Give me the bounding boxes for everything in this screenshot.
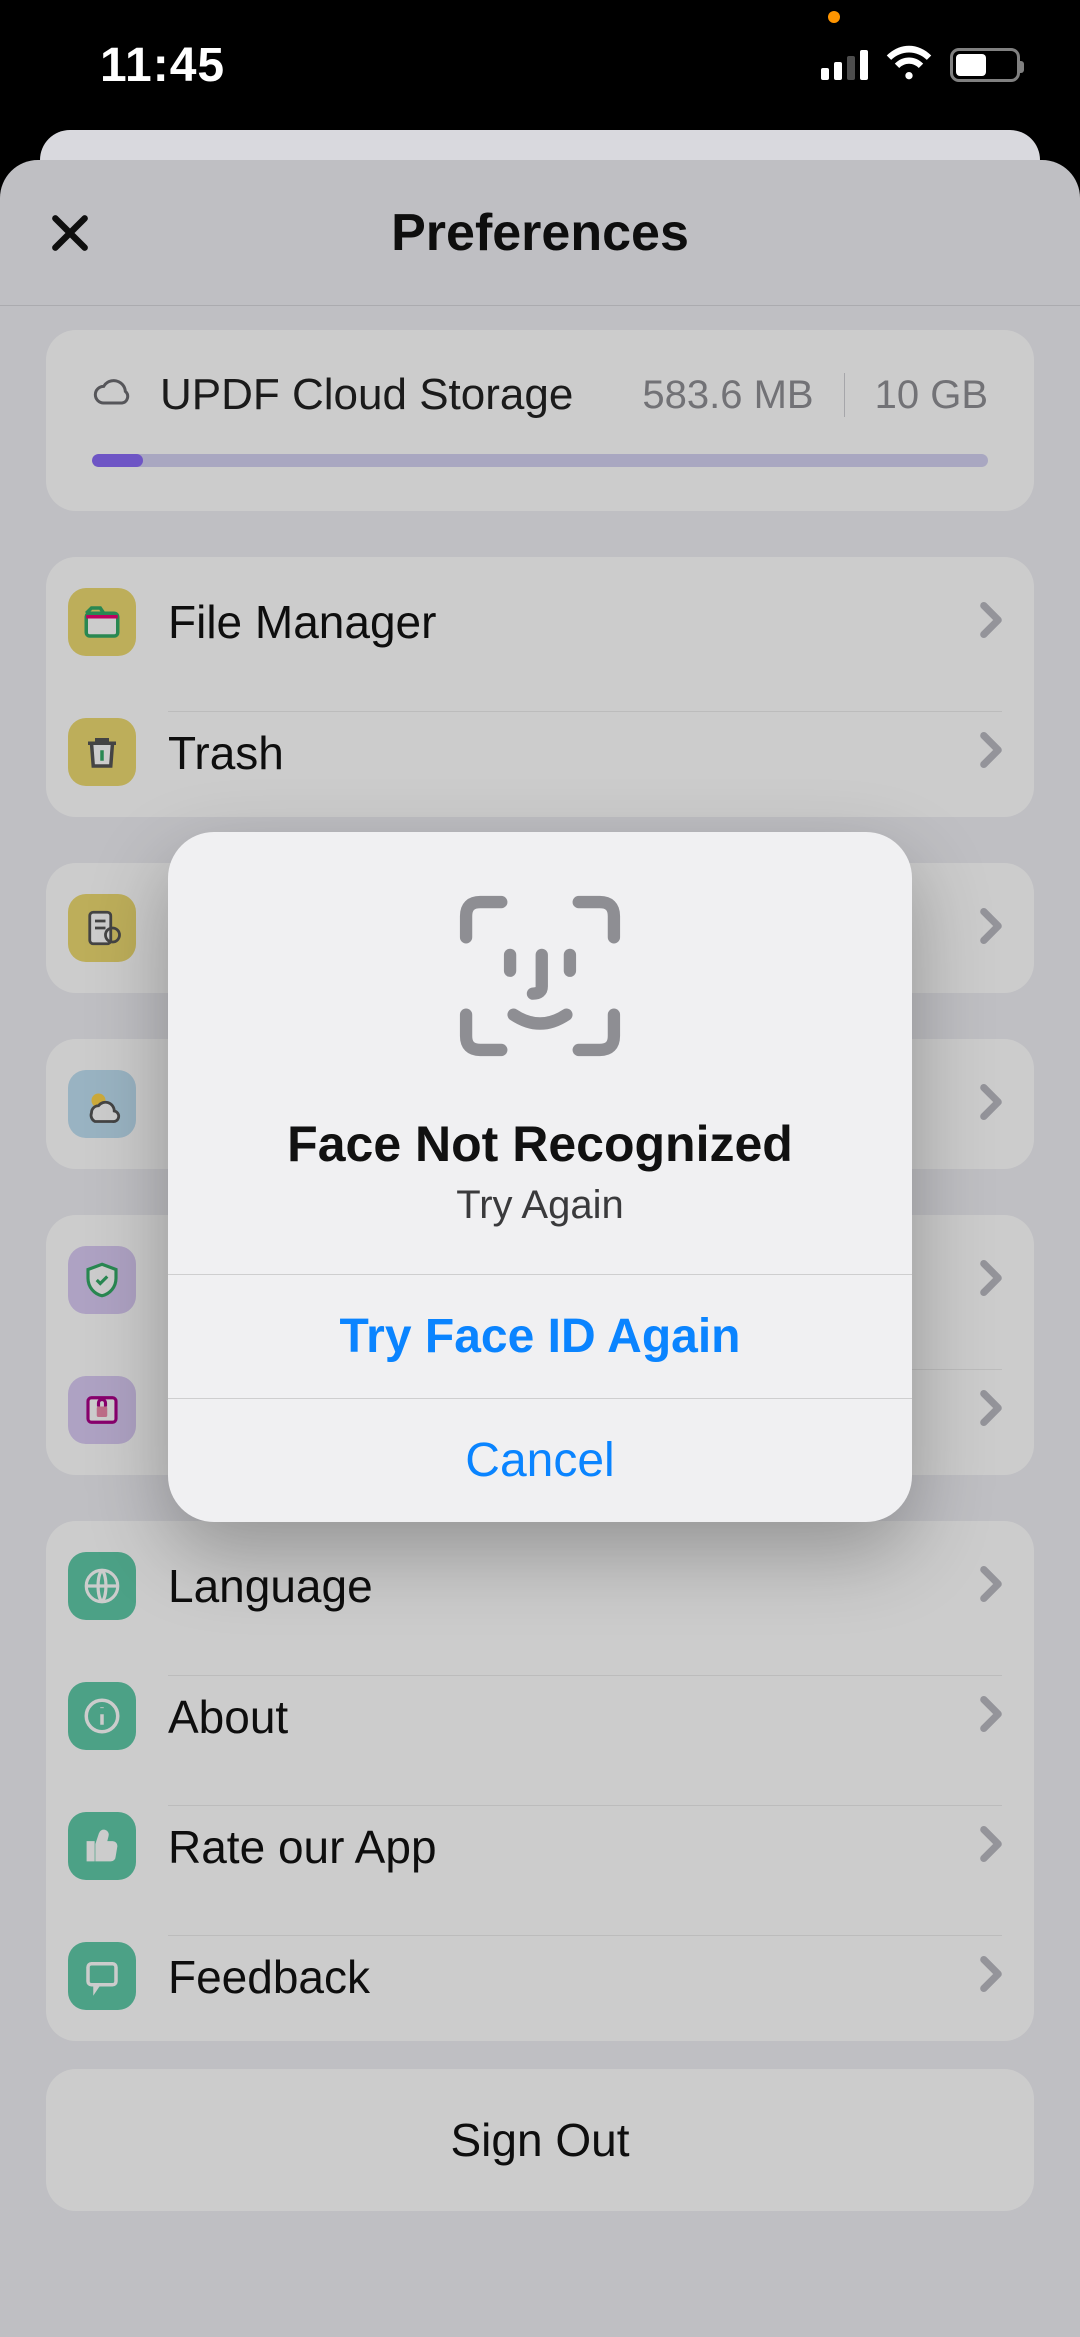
- sheet-header: Preferences: [0, 160, 1080, 306]
- folder-icon: [68, 588, 136, 656]
- shield-icon: [68, 1246, 136, 1314]
- divider: [844, 373, 845, 417]
- cloud-storage-label: UPDF Cloud Storage: [160, 370, 642, 420]
- settings-row-label: File Manager: [168, 595, 980, 649]
- chevron-right-icon: [980, 1696, 1002, 1737]
- lockdoc-icon: [68, 1376, 136, 1444]
- page-title: Preferences: [391, 203, 689, 263]
- dialog-title: Face Not Recognized: [287, 1115, 793, 1173]
- chevron-right-icon: [980, 1566, 1002, 1607]
- globe-icon: [68, 1552, 136, 1620]
- thumb-icon: [68, 1812, 136, 1880]
- chevron-right-icon: [980, 1956, 1002, 1997]
- settings-row-label: Rate our App: [168, 1820, 980, 1874]
- wifi-icon: [886, 45, 932, 86]
- faceid-dialog: Face Not Recognized Try Again Try Face I…: [168, 832, 912, 1522]
- settings-row-label: Feedback: [168, 1950, 980, 2004]
- cancel-button[interactable]: Cancel: [168, 1398, 912, 1522]
- settings-row-rate[interactable]: Rate our App: [46, 1781, 1034, 1911]
- settings-group: File Manager Trash: [46, 557, 1034, 817]
- cloud-storage-card[interactable]: UPDF Cloud Storage 583.6 MB 10 GB: [46, 330, 1034, 511]
- recording-indicator-dot: [828, 11, 840, 23]
- chevron-right-icon: [980, 602, 1002, 643]
- status-indicators: [821, 45, 1020, 86]
- sign-out-button[interactable]: Sign Out: [46, 2069, 1034, 2211]
- cellular-signal-icon: [821, 50, 868, 80]
- settings-row-about[interactable]: About: [46, 1651, 1034, 1781]
- trash-icon: [68, 718, 136, 786]
- status-time: 11:45: [100, 38, 225, 93]
- settings-row-language[interactable]: Language: [46, 1521, 1034, 1651]
- cloud-storage-usage: 583.6 MB 10 GB: [642, 373, 988, 418]
- settings-row-feedback[interactable]: Feedback: [46, 1911, 1034, 2041]
- settings-row-trash[interactable]: Trash: [46, 687, 1034, 817]
- chevron-right-icon: [980, 1260, 1002, 1301]
- cloud-icon: [92, 376, 132, 415]
- settings-row-label: Language: [168, 1559, 980, 1613]
- doc-icon: [68, 894, 136, 962]
- settings-row-label: Trash: [168, 726, 980, 780]
- status-bar: 11:45: [0, 0, 1080, 130]
- faceid-icon: [452, 888, 628, 1069]
- settings-row-label: About: [168, 1690, 980, 1744]
- cloud-storage-progress: [92, 454, 988, 467]
- weather-icon: [68, 1070, 136, 1138]
- chevron-right-icon: [980, 732, 1002, 773]
- chevron-right-icon: [980, 1084, 1002, 1125]
- chevron-right-icon: [980, 908, 1002, 949]
- chevron-right-icon: [980, 1826, 1002, 1867]
- chevron-right-icon: [980, 1390, 1002, 1431]
- sign-out-label: Sign Out: [90, 2113, 990, 2167]
- settings-row-file-manager[interactable]: File Manager: [46, 557, 1034, 687]
- cloud-total-text: 10 GB: [875, 373, 988, 418]
- chat-icon: [68, 1942, 136, 2010]
- battery-icon: [950, 48, 1020, 82]
- info-icon: [68, 1682, 136, 1750]
- try-faceid-again-button[interactable]: Try Face ID Again: [168, 1274, 912, 1398]
- dialog-subtitle: Try Again: [456, 1183, 623, 1228]
- settings-group: Language About Rate our App Feedback: [46, 1521, 1034, 2041]
- cloud-used-text: 583.6 MB: [642, 373, 813, 418]
- close-button[interactable]: [42, 205, 98, 261]
